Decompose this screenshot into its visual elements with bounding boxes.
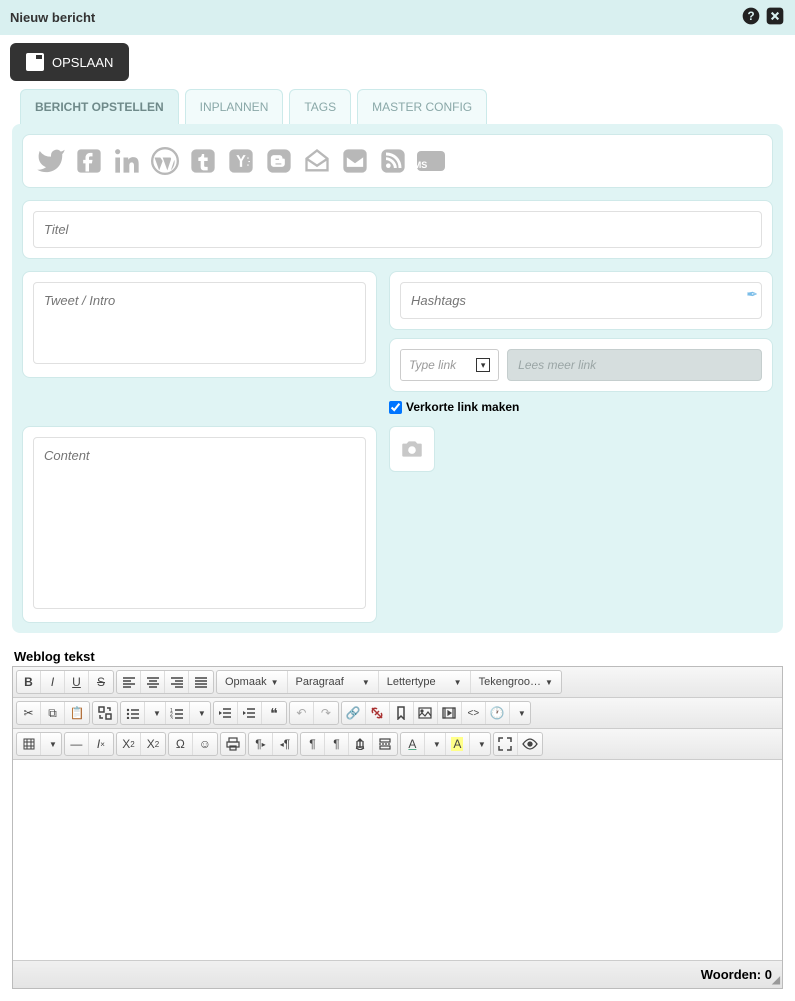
blogger-icon[interactable]	[263, 145, 295, 177]
image-button[interactable]	[414, 702, 438, 724]
clear-format-button[interactable]: I×	[89, 733, 113, 755]
find-replace-button[interactable]	[93, 702, 117, 724]
tab-tags[interactable]: TAGS	[289, 89, 351, 124]
sms-icon[interactable]: SMS	[415, 145, 447, 177]
copy-button[interactable]: ⧉	[41, 702, 65, 724]
rich-text-editor: B I U S Opmaak▼ Paragraaf▼ Lettertype▼ T…	[12, 666, 783, 989]
superscript-button[interactable]: X2	[141, 733, 165, 755]
datetime-dropdown[interactable]: ▼	[510, 702, 530, 724]
redo-button[interactable]: ↷	[314, 702, 338, 724]
save-button[interactable]: OPSLAAN	[10, 43, 129, 81]
paste-button[interactable]: 📋	[65, 702, 89, 724]
paragraph-dropdown[interactable]: Paragraaf▼	[288, 671, 379, 693]
weblog-section-label: Weblog tekst	[0, 645, 795, 666]
shortlink-label: Verkorte link maken	[406, 400, 519, 414]
chevron-down-icon: ▾	[476, 358, 490, 372]
tab-schedule[interactable]: INPLANNEN	[185, 89, 284, 124]
svg-text:?: ?	[747, 10, 754, 23]
ltr-button[interactable]: ¶▸	[249, 733, 273, 755]
tumblr-icon[interactable]	[187, 145, 219, 177]
bookmark-button[interactable]	[390, 702, 414, 724]
nbsp-button[interactable]	[349, 733, 373, 755]
media-button[interactable]	[438, 702, 462, 724]
special-char-button[interactable]: Ω	[169, 733, 193, 755]
font-dropdown[interactable]: Lettertype▼	[379, 671, 471, 693]
facebook-icon[interactable]	[73, 145, 105, 177]
hr-button[interactable]: —	[65, 733, 89, 755]
underline-button[interactable]: U	[65, 671, 89, 693]
rtl-button[interactable]: ◂¶	[273, 733, 297, 755]
fullscreen-button[interactable]	[494, 733, 518, 755]
type-link-label: Type link	[409, 358, 456, 372]
bullet-list-dropdown[interactable]: ▼	[145, 702, 166, 724]
twitter-icon[interactable]	[35, 145, 67, 177]
emoji-button[interactable]: ☺	[193, 733, 217, 755]
mail-icon[interactable]	[339, 145, 371, 177]
show-blocks-button[interactable]: ¶	[325, 733, 349, 755]
bg-color-dropdown[interactable]: ▼	[470, 733, 490, 755]
social-channels-card: SMS	[22, 134, 773, 188]
numbered-list-button[interactable]: 123	[166, 702, 190, 724]
align-center-button[interactable]	[141, 671, 165, 693]
indent-button[interactable]	[238, 702, 262, 724]
bold-button[interactable]: B	[17, 671, 41, 693]
content-input[interactable]	[33, 437, 366, 609]
shortlink-checkbox[interactable]	[389, 401, 402, 414]
align-justify-button[interactable]	[189, 671, 213, 693]
cut-button[interactable]: ✂	[17, 702, 41, 724]
table-dropdown[interactable]: ▼	[41, 733, 61, 755]
italic-button[interactable]: I	[41, 671, 65, 693]
wordpress-icon[interactable]	[149, 145, 181, 177]
align-left-button[interactable]	[117, 671, 141, 693]
table-button[interactable]	[17, 733, 41, 755]
show-invisibles-button[interactable]: ¶	[301, 733, 325, 755]
readmore-link-input: Lees meer link	[507, 349, 762, 381]
blockquote-button[interactable]: ❝	[262, 702, 286, 724]
feather-icon: ✒	[746, 286, 758, 303]
strikethrough-button[interactable]: S	[89, 671, 113, 693]
bg-color-button[interactable]: A	[446, 733, 470, 755]
link-button[interactable]: 🔗	[342, 702, 366, 724]
print-button[interactable]	[221, 733, 245, 755]
help-icon[interactable]: ?	[741, 6, 761, 29]
wordcount-value: 0	[765, 967, 772, 982]
type-link-select[interactable]: Type link ▾	[400, 349, 499, 381]
undo-button[interactable]: ↶	[290, 702, 314, 724]
text-color-dropdown[interactable]: ▼	[425, 733, 446, 755]
close-icon[interactable]	[765, 6, 785, 29]
bullet-list-button[interactable]	[121, 702, 145, 724]
preview-button[interactable]	[518, 733, 542, 755]
hashtags-input[interactable]	[400, 282, 762, 319]
tab-master-config[interactable]: MASTER CONFIG	[357, 89, 487, 124]
shortlink-checkbox-row[interactable]: Verkorte link maken	[389, 400, 773, 414]
fontsize-dropdown[interactable]: Tekengroo…▼	[471, 671, 561, 693]
title-input[interactable]	[33, 211, 762, 248]
subscript-button[interactable]: X2	[117, 733, 141, 755]
datetime-button[interactable]: 🕐	[486, 702, 510, 724]
align-right-button[interactable]	[165, 671, 189, 693]
envelope-open-icon[interactable]	[301, 145, 333, 177]
pagebreak-button[interactable]	[373, 733, 397, 755]
page-title: Nieuw bericht	[10, 10, 95, 25]
save-button-label: OPSLAAN	[52, 55, 113, 70]
wordcount-label: Woorden:	[701, 967, 761, 982]
format-dropdown[interactable]: Opmaak▼	[217, 671, 288, 693]
tab-compose[interactable]: BERICHT OPSTELLEN	[20, 89, 179, 124]
add-image-button[interactable]	[389, 426, 435, 472]
resize-handle-icon[interactable]: ◢	[772, 975, 780, 986]
linkedin-icon[interactable]	[111, 145, 143, 177]
yammer-icon[interactable]	[225, 145, 257, 177]
svg-text:3: 3	[170, 716, 173, 719]
code-button[interactable]: <>	[462, 702, 486, 724]
outdent-button[interactable]	[214, 702, 238, 724]
rss-icon[interactable]	[377, 145, 409, 177]
text-color-button[interactable]: A	[401, 733, 425, 755]
editor-content-area[interactable]	[13, 760, 782, 960]
save-icon	[26, 53, 44, 71]
tweet-intro-input[interactable]	[33, 282, 366, 364]
numbered-list-dropdown[interactable]: ▼	[190, 702, 210, 724]
unlink-button[interactable]	[366, 702, 390, 724]
